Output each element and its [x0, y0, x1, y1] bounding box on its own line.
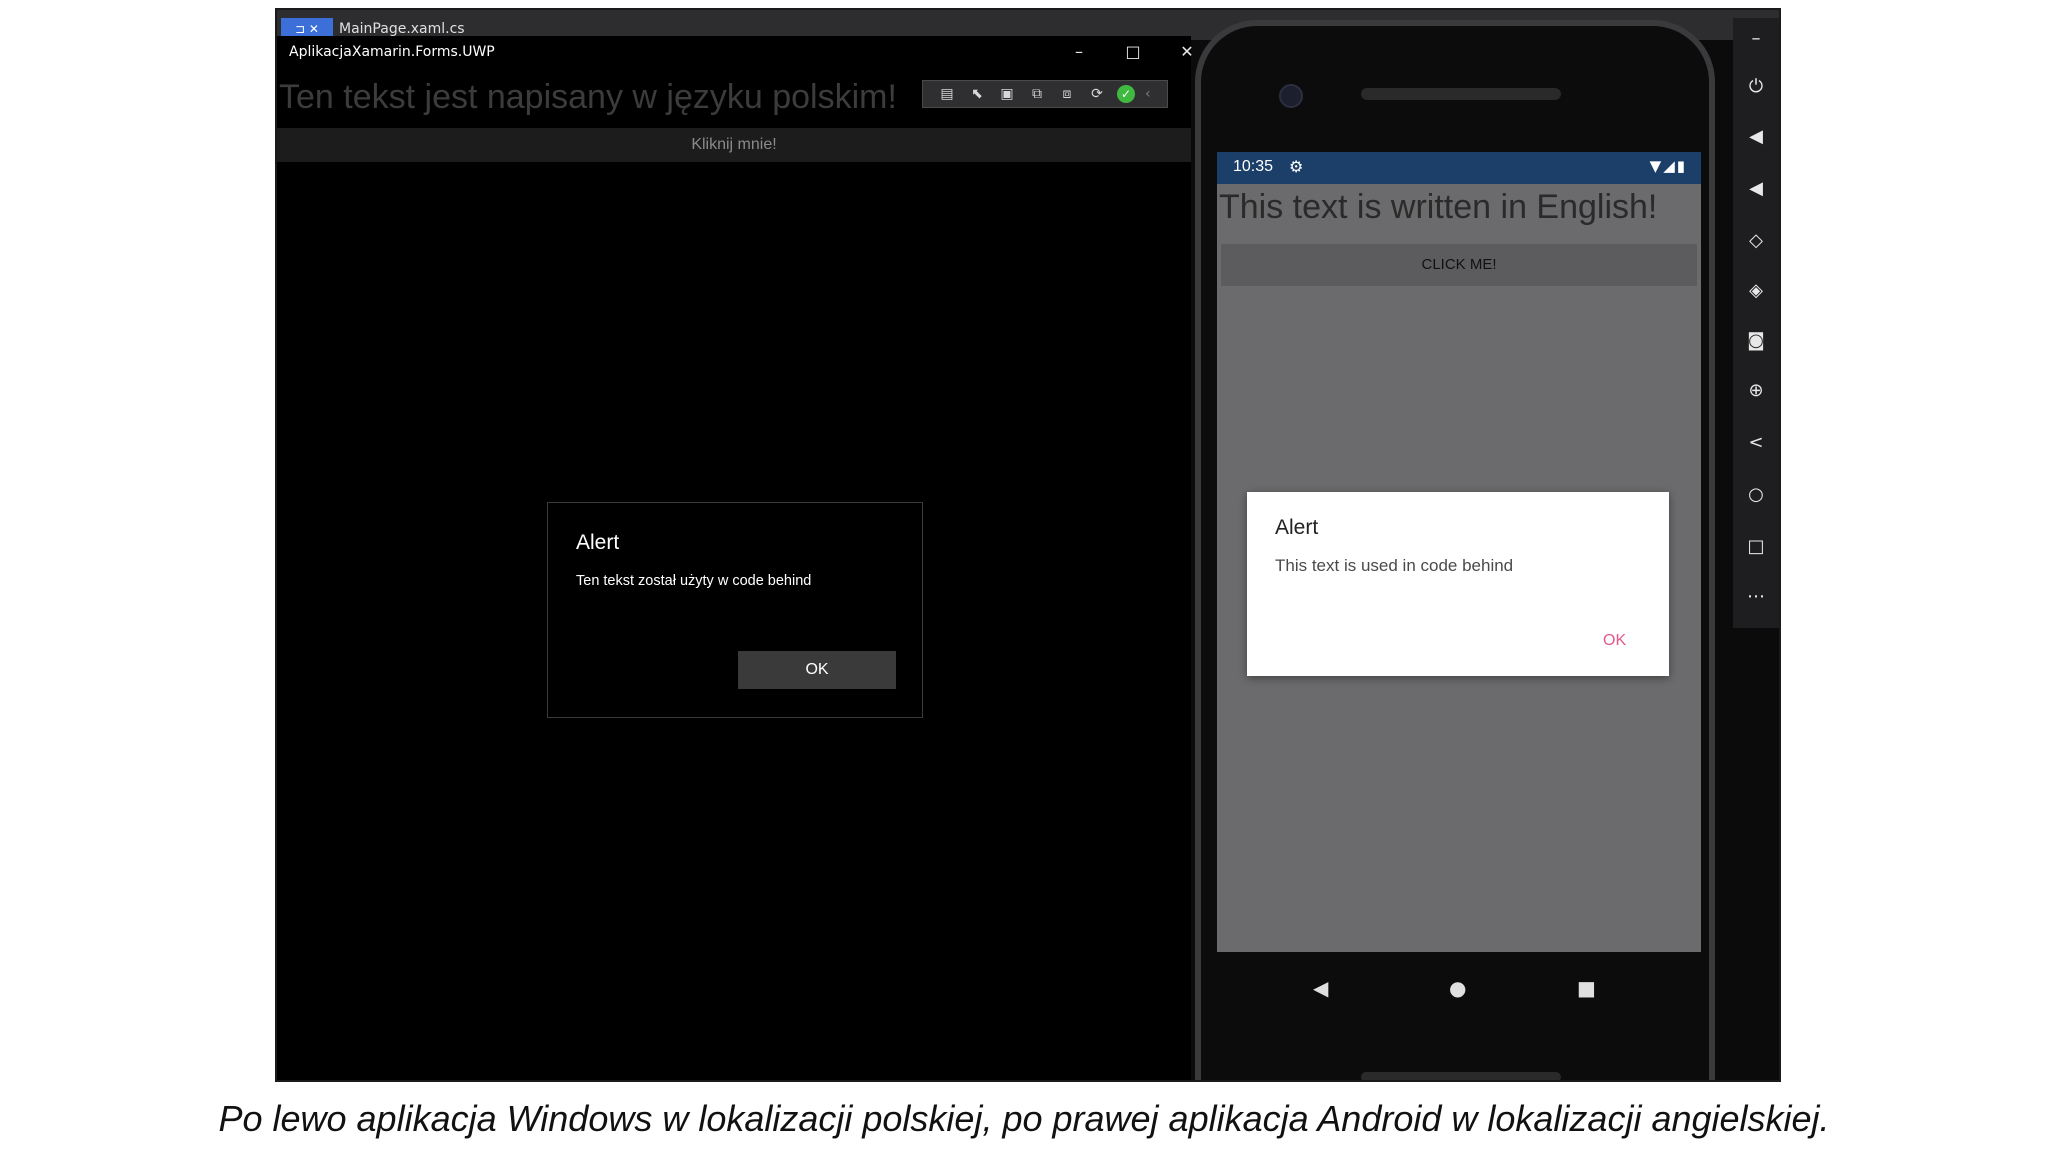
wifi-icon: ▼	[1649, 157, 1664, 175]
phone-speaker	[1361, 88, 1561, 100]
select-element-icon[interactable]: ⬉	[967, 85, 987, 103]
android-heading-label: This text is written in English!	[1219, 188, 1658, 226]
uwp-heading-label: Ten tekst jest napisany w języku polskim…	[279, 78, 897, 116]
android-dialog-message: This text is used in code behind	[1275, 556, 1514, 575]
battery-icon: ▮	[1676, 157, 1687, 175]
camera-lens-icon	[1279, 84, 1303, 108]
android-click-button[interactable]: CLICK ME!	[1221, 244, 1697, 286]
nav-back-icon[interactable]: ◀	[1313, 976, 1328, 1000]
rotate-right-icon[interactable]: ◈	[1743, 278, 1769, 304]
android-alert-dialog: Alert This text is used in code behind O…	[1247, 492, 1669, 676]
uwp-app-window: AplikacjaXamarin.Forms.UWP – □ ✕ Ten tek…	[277, 36, 1194, 1080]
android-phone-frame: 10:35 ⚙ ▼◢▮ This text is written in Engl…	[1195, 20, 1715, 1080]
signal-icon: ◢	[1663, 157, 1677, 175]
uwp-dialog-message: Ten tekst został użyty w code behind	[576, 573, 812, 589]
collapse-chevron-icon[interactable]: ‹	[1145, 86, 1151, 102]
camera-icon[interactable]: ◙	[1743, 328, 1769, 354]
power-icon[interactable]: ⏻	[1743, 74, 1769, 100]
uwp-title-bar: AplikacjaXamarin.Forms.UWP – □ ✕	[277, 36, 1194, 68]
emulator-side-toolbar: – ⏻ ◀ ◀ ◇ ◈ ◙ ⊕ < ○ □ ⋯	[1733, 18, 1779, 628]
binding-failures-icon[interactable]: ⧈	[1057, 85, 1077, 103]
xaml-debug-toolbar: ▤ ⬉ ▣ ⧉ ⧈ ⟳ ✓ ‹	[922, 80, 1168, 108]
display-adorners-icon[interactable]: ▣	[997, 85, 1017, 103]
minimize-button[interactable]: –	[1059, 40, 1099, 64]
uwp-dialog-title: Alert	[576, 531, 620, 554]
maximize-button[interactable]: □	[1113, 40, 1153, 64]
nav-recent-icon[interactable]: ■	[1577, 976, 1596, 1000]
uwp-click-button[interactable]: Kliknij mnie!	[277, 128, 1191, 162]
uwp-alert-dialog: Alert Ten tekst został użyty w code behi…	[547, 502, 923, 718]
android-screen: 10:35 ⚙ ▼◢▮ This text is written in Engl…	[1217, 152, 1701, 952]
hot-reload-icon[interactable]: ⟳	[1087, 85, 1107, 103]
android-nav-bar: ◀ ● ■	[1217, 952, 1701, 1042]
android-dialog-title: Alert	[1275, 516, 1319, 539]
status-icons: ▼◢▮	[1650, 157, 1687, 175]
volume-up-icon[interactable]: ◀	[1743, 124, 1769, 150]
settings-gear-icon: ⚙	[1289, 157, 1304, 176]
track-focus-icon[interactable]: ⧉	[1027, 85, 1047, 103]
screenshot-frame: ⊐ ✕ MainPage.xaml.cs AplikacjaXamarin.Fo…	[275, 8, 1781, 1082]
volume-down-icon[interactable]: ◀	[1743, 176, 1769, 202]
overview-icon[interactable]: □	[1743, 534, 1769, 560]
more-icon[interactable]: ⋯	[1743, 584, 1769, 610]
uwp-dialog-ok-button[interactable]: OK	[738, 651, 896, 689]
back-icon[interactable]: <	[1743, 430, 1769, 456]
uwp-window-title: AplikacjaXamarin.Forms.UWP	[289, 44, 495, 60]
android-dialog-ok-button[interactable]: OK	[1603, 632, 1626, 650]
figure-caption: Po lewo aplikacja Windows w lokalizacji …	[218, 1098, 1830, 1139]
zoom-icon[interactable]: ⊕	[1743, 378, 1769, 404]
live-visual-tree-icon[interactable]: ▤	[937, 85, 957, 103]
rotate-left-icon[interactable]: ◇	[1743, 228, 1769, 254]
phone-bottom-edge	[1361, 1072, 1561, 1080]
nav-home-icon[interactable]: ●	[1449, 976, 1466, 1000]
check-icon[interactable]: ✓	[1117, 85, 1135, 103]
home-icon[interactable]: ○	[1743, 482, 1769, 508]
status-time: 10:35	[1233, 158, 1274, 175]
android-status-bar: 10:35 ⚙ ▼◢▮	[1217, 152, 1701, 184]
minimize-icon[interactable]: –	[1743, 26, 1769, 52]
